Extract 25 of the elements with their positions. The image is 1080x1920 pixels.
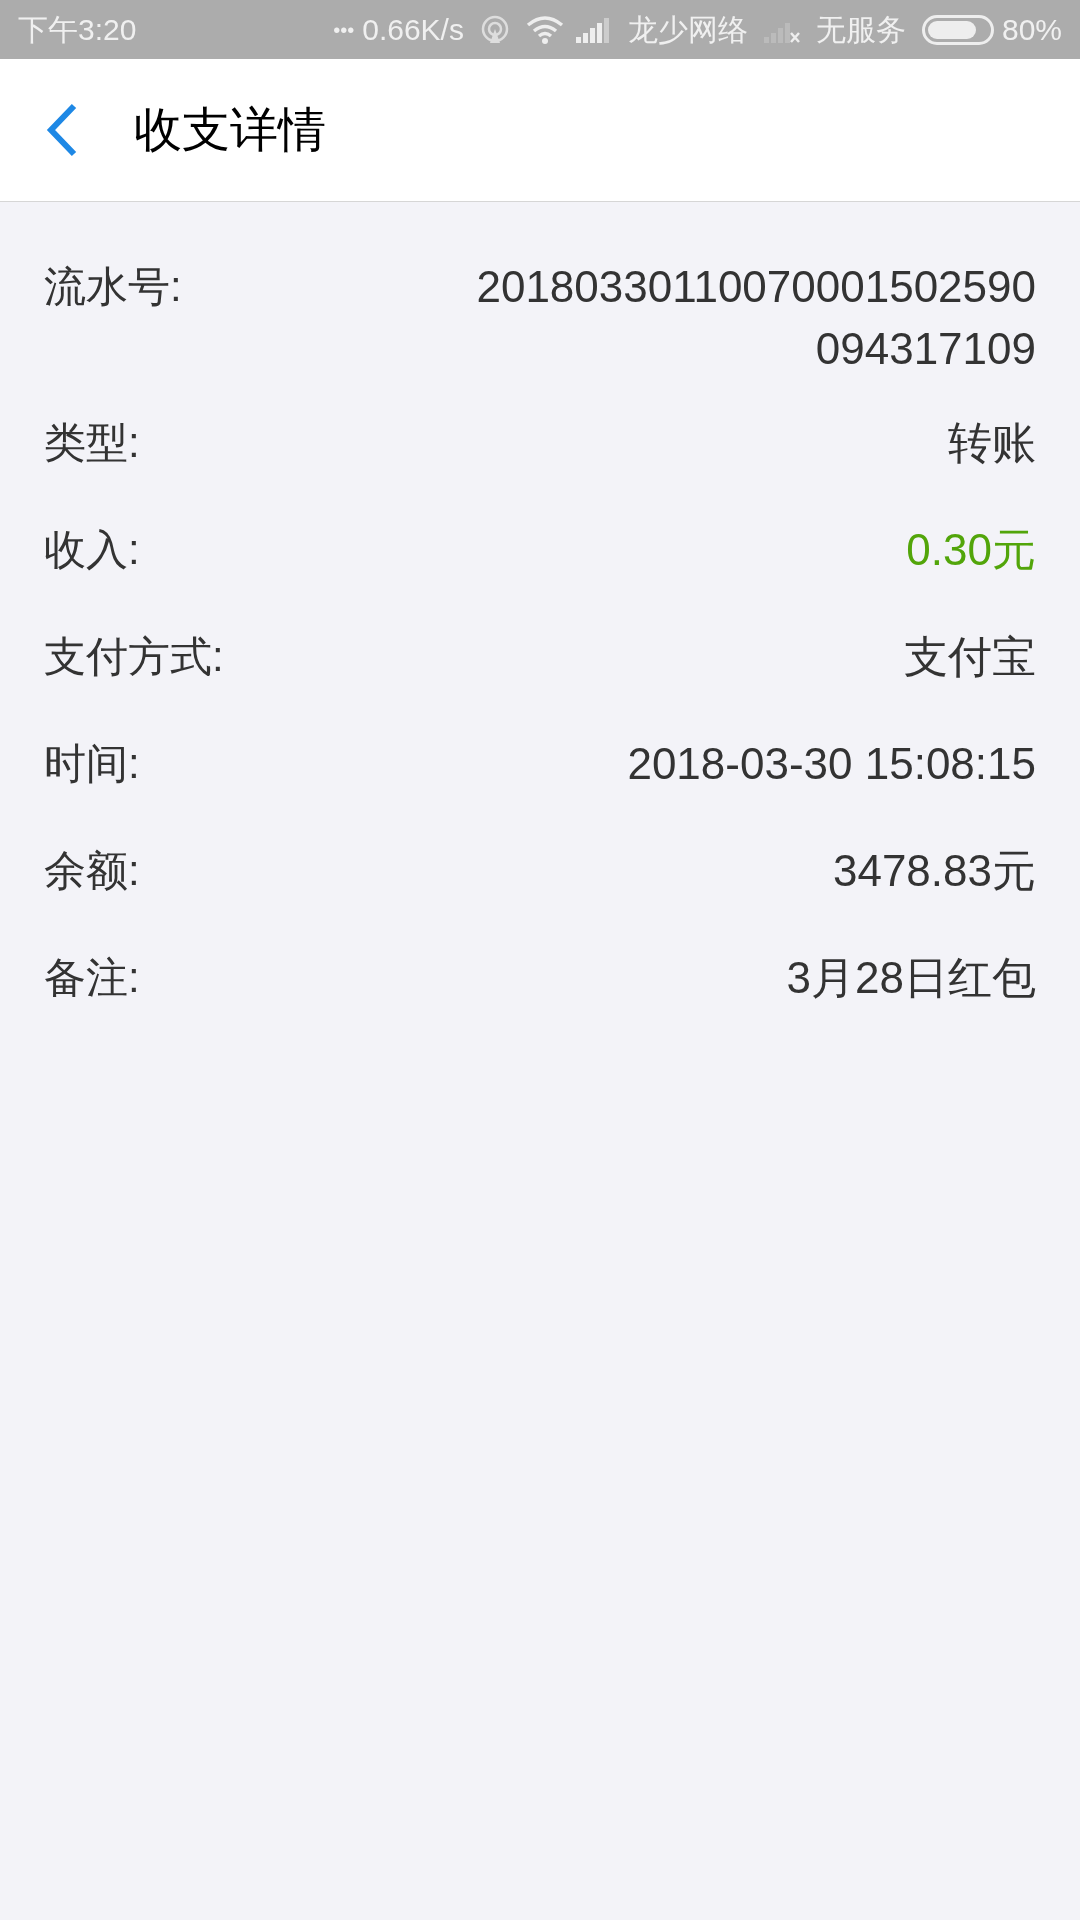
detail-label: 流水号: (44, 262, 182, 312)
service-status: 无服务 (815, 12, 906, 48)
detail-label: 余额: (44, 846, 140, 896)
detail-value: 3478.83元 (832, 845, 1036, 897)
detail-value: 3月28日红包 (786, 952, 1036, 1004)
battery-icon (921, 14, 994, 45)
battery-percent: 80% (1001, 12, 1062, 48)
carrier-name: 龙少网络 (627, 12, 748, 48)
detail-label: 类型: (44, 418, 140, 468)
detail-value: 2018-03-30 15:08:15 (627, 738, 1036, 790)
detail-label: 支付方式: (44, 632, 224, 682)
page-title: 收支详情 (134, 102, 326, 158)
detail-value: 0.30元 (906, 524, 1036, 576)
wifi-icon (525, 14, 564, 45)
detail-label: 收入: (44, 525, 140, 575)
detail-label: 时间: (44, 739, 140, 789)
more-indicator: ••• (333, 17, 355, 43)
signal-icon (575, 16, 612, 43)
detail-label: 备注: (44, 953, 140, 1003)
detail-value: 支付宝 (904, 631, 1036, 683)
detail-value: 20180330110070001502590 094317109 (476, 261, 1036, 375)
network-speed: 0.66K/s (362, 12, 464, 48)
detail-value: 转账 (948, 417, 1036, 469)
hotspot-icon (479, 14, 510, 45)
clock: 下午3:20 (18, 12, 137, 48)
